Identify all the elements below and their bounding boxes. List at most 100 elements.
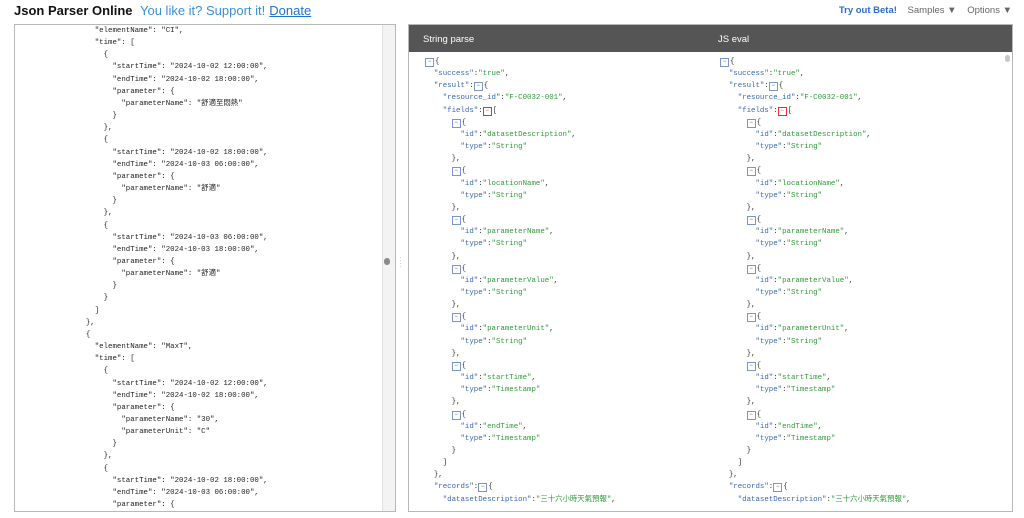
editor-line: }, bbox=[103, 452, 113, 461]
editor-line: "endTime": "2024-10-02 18:00:00", bbox=[112, 75, 259, 84]
tree-line: }, bbox=[746, 252, 756, 261]
editor-text[interactable]: "elementName": "CI", "time": [ { "startT… bbox=[15, 25, 395, 511]
tree-line: } bbox=[451, 447, 457, 455]
try-beta-link[interactable]: Try out Beta! bbox=[839, 5, 897, 16]
editor-line: "parameter": { bbox=[112, 257, 175, 266]
tree-line: "datasetDescription":"三十六小時天氣預報", bbox=[442, 495, 616, 504]
collapse-toggle-icon[interactable]: − bbox=[451, 313, 461, 323]
app-title: Json Parser Online bbox=[14, 3, 133, 18]
editor-line: "time": [ bbox=[94, 355, 135, 364]
editor-scrollbar[interactable] bbox=[382, 25, 395, 511]
editor-line: "time": [ bbox=[94, 39, 135, 48]
tree-line: −{ bbox=[720, 311, 911, 323]
tree-line: −{ bbox=[720, 360, 911, 372]
editor-line: }, bbox=[103, 209, 113, 218]
splitter-handle[interactable] bbox=[384, 258, 390, 265]
tree-line: "id":"locationName", bbox=[755, 179, 845, 188]
editor-line: "startTime": "2024-10-03 06:00:00", bbox=[112, 233, 268, 242]
editor-line: ] bbox=[94, 306, 100, 315]
tree-line: }, bbox=[451, 155, 461, 164]
tree-line: "type":"String" bbox=[755, 191, 823, 200]
collapse-toggle-icon[interactable]: − bbox=[425, 58, 434, 67]
tree-line: "type":"Timestamp" bbox=[460, 386, 541, 395]
tree-line: "id":"parameterUnit", bbox=[460, 325, 554, 334]
collapse-toggle-icon[interactable]: − bbox=[451, 264, 461, 274]
collapse-toggle-icon[interactable]: − bbox=[482, 106, 492, 116]
tree-line: }, bbox=[451, 349, 461, 358]
tree-line: "success":"true", bbox=[433, 70, 510, 79]
tree-line: "id":"parameterName", bbox=[460, 228, 554, 237]
collapse-toggle-icon[interactable]: − bbox=[451, 167, 461, 177]
viewer-scrollbar[interactable] bbox=[1005, 55, 1010, 62]
tree-line: −{ bbox=[720, 117, 911, 129]
tree-line: ] bbox=[737, 459, 743, 468]
editor-line: "parameterUnit": "C" bbox=[121, 428, 211, 437]
tree-line: "id":"endTime", bbox=[460, 422, 528, 431]
collapse-toggle-icon[interactable]: − bbox=[746, 264, 756, 274]
editor-line: } bbox=[112, 197, 117, 206]
tree-line: "fields": −[ bbox=[442, 106, 498, 116]
tree-line: }, bbox=[746, 155, 756, 164]
editor-line: "startTime": "2024-10-02 18:00:00", bbox=[112, 476, 268, 485]
collapse-toggle-icon[interactable]: − bbox=[451, 216, 461, 226]
tree-line: −{ bbox=[425, 360, 616, 372]
tree-line: "fields": −[ bbox=[737, 106, 793, 116]
donate-link[interactable]: Donate bbox=[269, 3, 311, 18]
editor-line: "parameterName": "舒適" bbox=[121, 270, 221, 279]
promo-message: You like it? Support it! bbox=[140, 3, 266, 18]
collapse-toggle-icon[interactable]: − bbox=[746, 410, 756, 420]
string-parse-pane: −{ "success":"true", "result": −{ "resour… bbox=[425, 56, 616, 506]
tree-line: −{ bbox=[425, 214, 616, 226]
editor-line: { bbox=[103, 367, 109, 376]
collapse-toggle-icon[interactable]: − bbox=[473, 82, 483, 92]
tree-line: −{ bbox=[720, 56, 911, 68]
splitter-grip-icon[interactable]: · · · · bbox=[399, 254, 402, 271]
collapse-toggle-icon[interactable]: − bbox=[773, 483, 783, 493]
tree-line: "id":"parameterValue", bbox=[460, 276, 559, 285]
editor-line: { bbox=[85, 330, 91, 339]
tree-line: }, bbox=[728, 471, 738, 480]
json-input-editor[interactable]: "elementName": "CI", "time": [ { "startT… bbox=[14, 24, 396, 512]
collapse-toggle-icon[interactable]: − bbox=[746, 167, 756, 177]
editor-line: "startTime": "2024-10-02 12:00:00", bbox=[112, 63, 268, 72]
samples-menu[interactable]: Samples ▼ bbox=[908, 5, 957, 16]
collapse-toggle-icon[interactable]: − bbox=[746, 313, 756, 323]
tree-line: "records": −{ bbox=[433, 483, 493, 493]
collapse-toggle-icon[interactable]: − bbox=[746, 216, 756, 226]
collapse-toggle-icon[interactable]: − bbox=[451, 410, 461, 420]
tree-line: −{ bbox=[425, 117, 616, 129]
collapse-toggle-icon[interactable]: − bbox=[746, 118, 756, 128]
tree-line: "success":"true", bbox=[728, 70, 805, 79]
tree-line: }, bbox=[451, 203, 461, 212]
tree-line: −{ bbox=[720, 409, 911, 421]
tree-line: "result": −{ bbox=[728, 82, 784, 92]
tree-line: "id":"startTime", bbox=[755, 374, 831, 383]
tree-line: −{ bbox=[720, 263, 911, 275]
tree-line: −{ bbox=[425, 56, 616, 68]
tree-line: "type":"Timestamp" bbox=[755, 386, 836, 395]
editor-line: "parameterName": "舒適至悶熱" bbox=[121, 99, 243, 108]
editor-line: } bbox=[112, 440, 117, 449]
collapse-toggle-icon[interactable]: − bbox=[720, 58, 729, 67]
editor-line: "parameterName": "30", bbox=[121, 416, 219, 424]
tree-line: "type":"String" bbox=[755, 240, 823, 249]
options-menu[interactable]: Options ▼ bbox=[967, 5, 1012, 16]
tree-line: "id":"locationName", bbox=[460, 179, 550, 188]
collapse-toggle-icon[interactable]: − bbox=[478, 483, 488, 493]
promo-text: You like it? Support it! Donate bbox=[140, 3, 311, 18]
editor-line: { bbox=[103, 221, 109, 230]
editor-line: "parameter": { bbox=[112, 501, 175, 510]
editor-line: "parameter": { bbox=[112, 87, 175, 96]
collapse-toggle-icon[interactable]: − bbox=[451, 118, 461, 128]
tree-line: "type":"String" bbox=[460, 240, 528, 249]
editor-line: { bbox=[103, 136, 109, 145]
tree-line: −{ bbox=[425, 165, 616, 177]
editor-line: }, bbox=[85, 318, 95, 327]
collapse-toggle-icon[interactable]: − bbox=[777, 106, 787, 116]
top-right-links: Try out Beta! Samples ▼ Options ▼ bbox=[831, 5, 1012, 16]
collapse-toggle-icon[interactable]: − bbox=[746, 361, 756, 371]
tree-line: "id":"startTime", bbox=[460, 374, 536, 383]
tree-line: "type":"String" bbox=[460, 337, 528, 346]
collapse-toggle-icon[interactable]: − bbox=[768, 82, 778, 92]
collapse-toggle-icon[interactable]: − bbox=[451, 361, 461, 371]
